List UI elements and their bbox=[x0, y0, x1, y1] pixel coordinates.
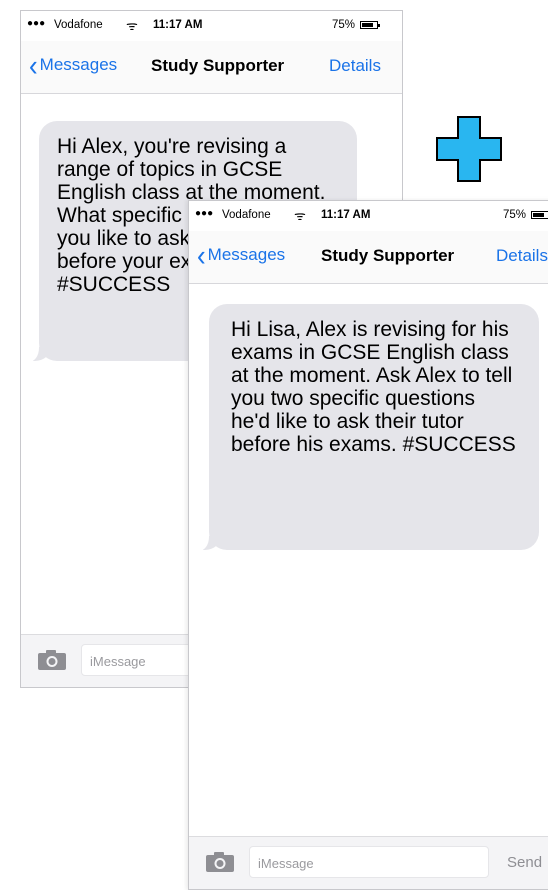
carrier-label: Vodafone bbox=[54, 19, 103, 31]
back-button-label: Messages bbox=[207, 245, 286, 264]
camera-icon[interactable] bbox=[205, 851, 235, 873]
status-bar: ●●● Vodafone ᯤ 11:17 AM 75% bbox=[21, 11, 402, 41]
conversation-title: Study Supporter bbox=[321, 246, 455, 265]
battery-icon bbox=[531, 211, 548, 219]
clock-time: 11:17 AM bbox=[321, 209, 371, 221]
back-button-label: Messages bbox=[39, 55, 118, 74]
nav-bar: ‹ Messages Study Supporter Details bbox=[189, 231, 548, 284]
signal-icon: ●●● bbox=[195, 208, 214, 219]
status-bar: ●●● Vodafone ᯤ 11:17 AM 75% bbox=[189, 201, 548, 231]
battery-percent: 75% bbox=[332, 19, 356, 31]
carrier-label: Vodafone bbox=[222, 209, 271, 221]
camera-icon[interactable] bbox=[37, 649, 67, 671]
imessage-input[interactable]: iMessage bbox=[249, 846, 489, 878]
battery-percent: 75% bbox=[503, 209, 527, 221]
message-input-bar: iMessage Send bbox=[189, 836, 548, 889]
details-button[interactable]: Details bbox=[329, 56, 381, 76]
back-button[interactable]: ‹ Messages bbox=[197, 237, 286, 273]
plus-icon bbox=[436, 116, 502, 182]
signal-icon: ●●● bbox=[27, 18, 46, 29]
battery-icon bbox=[360, 21, 380, 29]
message-bubble: Hi Lisa, Alex is revising for his exams … bbox=[197, 304, 539, 551]
message-text: Hi Lisa, Alex is revising for his exams … bbox=[231, 318, 516, 456]
chevron-left-icon: ‹ bbox=[197, 237, 206, 273]
details-button[interactable]: Details bbox=[496, 246, 548, 266]
clock-time: 11:17 AM bbox=[153, 19, 203, 31]
back-button[interactable]: ‹ Messages bbox=[29, 47, 118, 83]
phone-screen-lisa: ●●● Vodafone ᯤ 11:17 AM 75% ‹ Messages S… bbox=[188, 200, 548, 890]
send-button[interactable]: Send bbox=[507, 854, 542, 871]
wifi-icon: ᯤ bbox=[126, 18, 138, 33]
conversation-title: Study Supporter bbox=[151, 56, 285, 75]
wifi-icon: ᯤ bbox=[294, 208, 306, 223]
nav-bar: ‹ Messages Study Supporter Details bbox=[21, 41, 402, 94]
chevron-left-icon: ‹ bbox=[29, 47, 38, 83]
